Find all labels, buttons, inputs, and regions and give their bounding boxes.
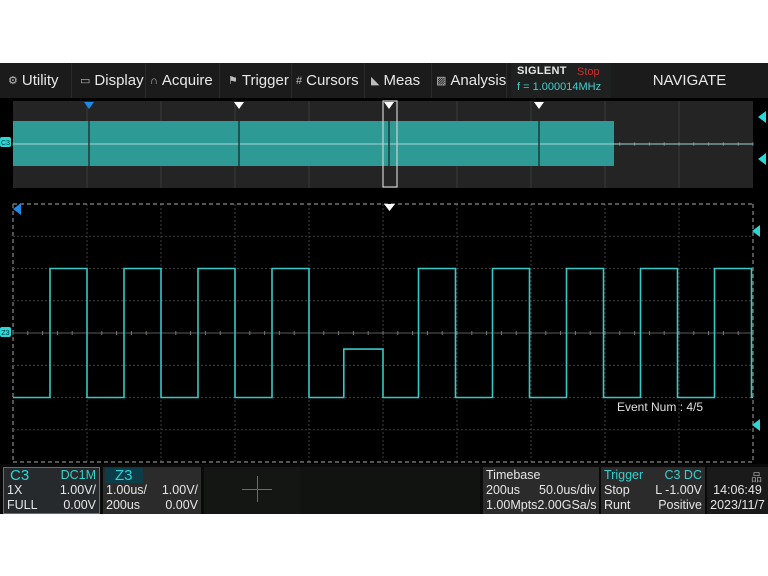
main-left-time-marker [13,203,21,215]
main-trigger-position-marker[interactable] [384,204,395,211]
cursors-icon: # [296,74,303,87]
gear-icon: ⚙ [8,75,18,87]
menu-analysis-label: Analysis [450,72,507,89]
navigate-button[interactable]: NAVIGATE [611,63,768,98]
clock-time: 14:06:49 [713,483,762,497]
c3-vdiv: 1.00V/ [59,483,96,497]
menu-bar: ⚙ Utility ▭ Display ∩ Acquire ⚑ Trigger … [0,63,768,98]
c3-name: C3 [10,467,30,484]
empty-panel [300,467,480,514]
siglent-logo: SIGLENT [517,65,567,77]
frequency-counter: f = 1.000014MHz [517,81,602,93]
trigger-source: C3 DC [664,468,702,482]
z3-vdiv: 1.00V/ [161,483,198,497]
trigger-type: Runt [604,498,631,512]
analysis-icon: ▨ [436,75,447,87]
menu-acquire-label: Acquire [161,72,213,89]
menu-display-label: Display [94,72,144,89]
run-state[interactable]: Stop [577,66,600,78]
z3-name: Z3 [105,468,143,483]
menu-meas[interactable]: ◣ Meas [365,63,432,98]
menu-utility-label: Utility [21,72,59,89]
timebase-delay: 200us [486,483,521,497]
menu-trigger[interactable]: ⚑ Trigger [220,63,292,98]
menu-display[interactable]: ▭ Display [72,63,146,98]
menu-cursors-label: Cursors [306,72,359,89]
timebase-panel[interactable]: Timebase 200us 50.0us/div 1.00Mpts 2.00GSa… [483,467,599,514]
main-channel-label: Z3 [0,327,11,337]
z3-tdiv: 1.00us/ [106,483,148,497]
menu-cursors[interactable]: # Cursors [292,63,365,98]
c3-bandwidth: FULL [7,498,38,512]
overview-channel-label: C3 [0,137,11,147]
menu-acquire[interactable]: ∩ Acquire [146,63,220,98]
c3-coupling: DC1M [60,468,96,482]
trigger-panel[interactable]: Trigger C3 DC Stop L -1.00V Runt Positive [601,467,705,514]
display-icon: ▭ [80,75,91,87]
overview-right-marker-bottom [758,153,766,165]
trigger-state: Stop [604,483,630,497]
plus-icon-vertical [257,476,258,502]
trigger-title: Trigger [604,468,644,482]
main-waveform-area[interactable]: Z3 Event Num : 4/5 [0,201,768,464]
menu-utility[interactable]: ⚙ Utility [0,63,72,98]
menu-meas-label: Meas [383,72,421,89]
overview-right-marker-top [758,111,766,123]
timebase-tdiv: 50.0us/div [539,483,596,497]
add-channel-button[interactable] [204,467,300,514]
c3-probe: 1X [7,483,23,497]
sample-rate: 2.00GSa/s [537,498,597,512]
overview-window[interactable]: C3 [0,98,768,193]
oscilloscope-screen: ⚙ Utility ▭ Display ∩ Acquire ⚑ Trigger … [0,63,768,514]
trigger-polarity: Positive [658,498,702,512]
clock-panel: 品 14:06:49 2023/11/7 [707,467,768,514]
status-brand-area: SIGLENT Stop f = 1.000014MHz [511,63,611,98]
menu-analysis[interactable]: ▨ Analysis [432,63,507,98]
acquire-icon: ∩ [150,74,158,87]
svg-text:Z3: Z3 [1,330,9,337]
measure-icon: ◣ [371,75,380,87]
svg-text:C3: C3 [1,140,10,147]
clock-date: 2023/11/7 [710,498,765,512]
z3-offset: 0.00V [165,498,198,512]
trigger-flag-icon: ⚑ [228,75,238,87]
bottom-info-bar: C3 DC1M 1X 1.00V/ FULL 0.00V Z3 1.00us/1.0… [0,464,768,514]
menu-trigger-label: Trigger [241,72,289,89]
event-num-label: Event Num : 4/5 [617,400,703,414]
z3-channel-panel[interactable]: Z3 1.00us/1.00V/ 200us 0.00V [103,467,201,514]
trigger-level: L -1.00V [655,483,702,497]
memory-depth: 1.00Mpts [486,498,538,512]
z3-delay: 200us [106,498,141,512]
timebase-title: Timebase [486,468,541,482]
c3-channel-panel[interactable]: C3 DC1M 1X 1.00V/ FULL 0.00V [3,467,100,514]
c3-offset: 0.00V [63,498,96,512]
